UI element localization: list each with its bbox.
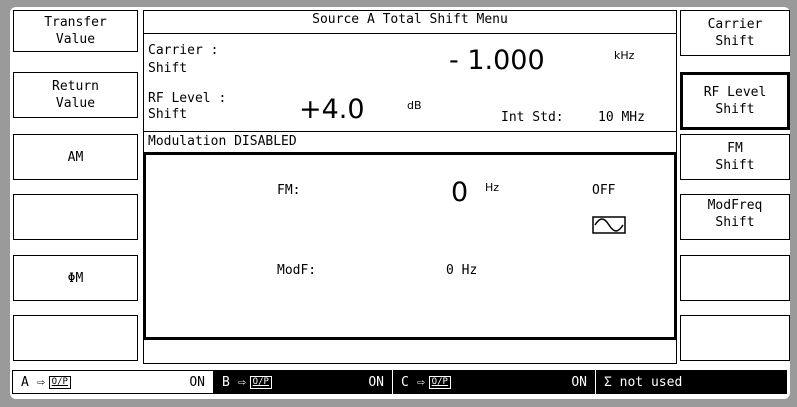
softkey-right-6[interactable] bbox=[680, 315, 790, 361]
divider bbox=[144, 131, 676, 132]
softkey-label: ΦM bbox=[67, 270, 84, 286]
softkey-label: RF Level bbox=[703, 85, 767, 100]
divider bbox=[144, 33, 676, 34]
softkey-left-4[interactable] bbox=[13, 194, 138, 240]
softkey-label: Return bbox=[52, 79, 99, 94]
status-bar: A ⇨ O/P ON B ⇨ O/P ON C ⇨ O/P ON Σ not u… bbox=[12, 370, 787, 394]
softkey-carrier-shift[interactable]: Carrier Shift bbox=[680, 10, 790, 56]
softkey-left-6[interactable] bbox=[13, 315, 138, 361]
int-std-value: 10 MHz bbox=[598, 110, 645, 125]
softkey-label: Value bbox=[55, 32, 96, 47]
softkey-label: Shift bbox=[715, 158, 755, 173]
softkey-right-5[interactable] bbox=[680, 255, 790, 301]
softkey-am[interactable]: AM bbox=[13, 134, 138, 180]
main-display: Source A Total Shift Menu Carrier : Shif… bbox=[143, 10, 677, 364]
rf-level-label: RF Level : bbox=[148, 91, 227, 106]
fm-state: OFF bbox=[592, 183, 616, 198]
output-icon: O/P bbox=[249, 375, 272, 389]
softkey-label: Shift bbox=[715, 102, 755, 117]
softkey-label: Carrier bbox=[707, 17, 763, 32]
modf-label: ModF: bbox=[277, 263, 317, 278]
softkey-label: ModFreq bbox=[707, 198, 763, 213]
fm-unit: Hz bbox=[485, 181, 500, 194]
carrier-label-2: Shift bbox=[148, 61, 188, 76]
modf-value: 0 Hz bbox=[446, 263, 478, 278]
softkey-label: Transfer bbox=[44, 15, 107, 30]
status-state: ON bbox=[571, 374, 587, 390]
status-source-b[interactable]: B ⇨ O/P ON bbox=[214, 370, 392, 394]
rf-level-label-2: Shift bbox=[148, 107, 188, 122]
carrier-shift-value: - 1.000 bbox=[449, 45, 545, 76]
status-source-letter: C bbox=[401, 374, 409, 390]
status-sigma[interactable]: Σ not used bbox=[595, 370, 787, 394]
softkey-label: Shift bbox=[715, 215, 755, 230]
sigma-status: Σ not used bbox=[604, 374, 683, 390]
status-source-letter: A bbox=[21, 374, 29, 390]
output-icon: O/P bbox=[428, 375, 451, 389]
status-source-a[interactable]: A ⇨ O/P ON bbox=[12, 370, 214, 394]
arrow-icon: ⇨ bbox=[237, 374, 246, 390]
arrow-icon: ⇨ bbox=[416, 374, 425, 390]
softkey-rf-level-shift[interactable]: RF Level Shift bbox=[680, 72, 790, 130]
arrow-icon: ⇨ bbox=[36, 374, 45, 390]
fm-value: 0 bbox=[451, 177, 469, 208]
softkey-phase-modulation[interactable]: ΦM bbox=[13, 255, 138, 301]
status-source-c[interactable]: C ⇨ O/P ON bbox=[392, 370, 595, 394]
softkey-return-value[interactable]: Return Value bbox=[13, 72, 138, 118]
fm-label: FM: bbox=[277, 183, 301, 198]
softkey-label: Value bbox=[55, 96, 96, 111]
softkey-label: FM bbox=[727, 141, 743, 156]
status-state: ON bbox=[368, 374, 384, 390]
softkey-label: AM bbox=[67, 149, 84, 165]
status-state: ON bbox=[189, 374, 205, 390]
softkey-fm-shift[interactable]: FM Shift bbox=[680, 134, 790, 180]
instrument-screen: Transfer Value Return Value AM ΦM Carrie… bbox=[10, 7, 790, 399]
output-icon: O/P bbox=[48, 375, 71, 389]
rf-level-value: +4.0 bbox=[299, 94, 365, 125]
softkey-label: Shift bbox=[715, 34, 755, 49]
sine-wave-icon bbox=[592, 216, 626, 234]
modulation-status: Modulation DISABLED bbox=[148, 134, 297, 149]
carrier-unit: kHz bbox=[614, 49, 635, 62]
carrier-label: Carrier : bbox=[148, 43, 219, 58]
softkey-transfer-value[interactable]: Transfer Value bbox=[13, 10, 138, 52]
page-title: Source A Total Shift Menu bbox=[312, 12, 508, 27]
modulation-panel: FM: 0 Hz OFF ModF: 0 Hz bbox=[143, 152, 677, 340]
softkey-modfreq-shift[interactable]: ModFreq Shift bbox=[680, 194, 790, 240]
int-std-label: Int Std: bbox=[501, 110, 564, 125]
rf-level-unit: dB bbox=[407, 99, 422, 112]
status-source-letter: B bbox=[222, 374, 230, 390]
